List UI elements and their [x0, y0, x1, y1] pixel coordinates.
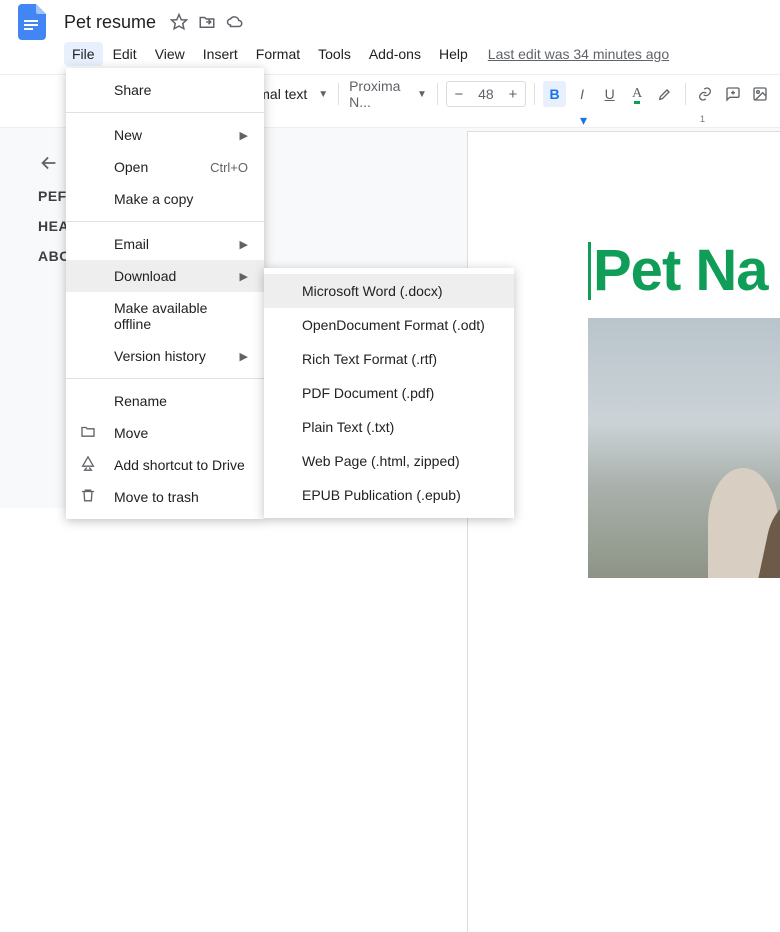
menu-addons[interactable]: Add-ons — [361, 42, 429, 66]
document-page[interactable]: Pet Na — [468, 132, 780, 932]
font-size-decrease[interactable]: − — [447, 86, 471, 103]
highlight-color-button[interactable] — [653, 81, 677, 107]
menu-item-add-shortcut[interactable]: Add shortcut to Drive — [66, 449, 264, 481]
outline-back-button[interactable] — [38, 152, 60, 177]
separator — [66, 378, 264, 379]
italic-button[interactable]: I — [570, 81, 594, 107]
download-html[interactable]: Web Page (.html, zipped) — [264, 444, 514, 478]
text-cursor — [588, 242, 591, 300]
menu-item-version-history[interactable]: Version history▶ — [66, 340, 264, 372]
shortcut-label: Ctrl+O — [210, 160, 248, 175]
menu-file[interactable]: File — [64, 42, 103, 66]
menu-help[interactable]: Help — [431, 42, 476, 66]
separator — [534, 83, 535, 105]
add-comment-button[interactable] — [721, 81, 745, 107]
ruler-tick: 1 — [700, 114, 705, 124]
submenu-arrow-icon: ▶ — [240, 238, 248, 251]
menu-view[interactable]: View — [147, 42, 193, 66]
menu-item-trash[interactable]: Move to trash — [66, 481, 264, 513]
font-size-value[interactable]: 48 — [471, 86, 501, 102]
menu-tools[interactable]: Tools — [310, 42, 359, 66]
separator — [685, 83, 686, 105]
separator — [66, 112, 264, 113]
page-title[interactable]: Pet Na — [588, 242, 780, 300]
font-size-stepper: − 48 + — [446, 81, 526, 107]
cloud-status-icon[interactable] — [226, 13, 244, 31]
docs-app-icon[interactable] — [12, 0, 52, 49]
submenu-arrow-icon: ▶ — [240, 350, 248, 363]
separator — [66, 221, 264, 222]
insert-image-button[interactable] — [749, 81, 773, 107]
submenu-arrow-icon: ▶ — [240, 270, 248, 283]
menu-insert[interactable]: Insert — [195, 42, 246, 66]
star-icon[interactable] — [170, 13, 188, 31]
menu-item-offline[interactable]: Make available offline — [66, 292, 264, 340]
menu-item-share[interactable]: Share — [66, 74, 264, 106]
document-title[interactable]: Pet resume — [58, 10, 162, 35]
menu-format[interactable]: Format — [248, 42, 308, 66]
font-name-label: Proxima N... — [349, 78, 417, 110]
menu-item-new[interactable]: New▶ — [66, 119, 264, 151]
menu-item-download[interactable]: Download▶ — [66, 260, 264, 292]
folder-move-icon — [80, 424, 96, 443]
download-txt[interactable]: Plain Text (.txt) — [264, 410, 514, 444]
menubar: File Edit View Insert Format Tools Add-o… — [0, 40, 780, 68]
underline-button[interactable]: U — [598, 81, 622, 107]
submenu-arrow-icon: ▶ — [240, 129, 248, 142]
chevron-down-icon: ▼ — [318, 89, 328, 100]
font-family-select[interactable]: Proxima N...▼ — [347, 74, 429, 114]
menu-item-make-copy[interactable]: Make a copy — [66, 183, 264, 215]
pet-photo-image[interactable] — [588, 318, 780, 578]
menu-item-open[interactable]: OpenCtrl+O — [66, 151, 264, 183]
download-pdf[interactable]: PDF Document (.pdf) — [264, 376, 514, 410]
trash-icon — [80, 488, 96, 507]
bold-button[interactable]: B — [543, 81, 567, 107]
separator — [437, 83, 438, 105]
file-menu-dropdown: Share New▶ OpenCtrl+O Make a copy Email▶… — [66, 68, 264, 519]
font-size-increase[interactable]: + — [501, 86, 525, 103]
download-epub[interactable]: EPUB Publication (.epub) — [264, 478, 514, 512]
download-rtf[interactable]: Rich Text Format (.rtf) — [264, 342, 514, 376]
chevron-down-icon: ▼ — [417, 89, 427, 100]
download-odt[interactable]: OpenDocument Format (.odt) — [264, 308, 514, 342]
last-edit-link[interactable]: Last edit was 34 minutes ago — [488, 46, 669, 62]
menu-item-move[interactable]: Move — [66, 417, 264, 449]
move-folder-icon[interactable] — [198, 13, 216, 31]
text-color-button[interactable]: A — [625, 81, 649, 107]
menu-item-rename[interactable]: Rename — [66, 385, 264, 417]
menu-edit[interactable]: Edit — [105, 42, 145, 66]
drive-shortcut-icon — [80, 456, 96, 475]
download-submenu: Microsoft Word (.docx) OpenDocument Form… — [264, 268, 514, 518]
insert-link-button[interactable] — [693, 81, 717, 107]
menu-item-email[interactable]: Email▶ — [66, 228, 264, 260]
separator — [338, 83, 339, 105]
indent-marker-icon[interactable]: ▾ — [580, 112, 587, 129]
download-docx[interactable]: Microsoft Word (.docx) — [264, 274, 514, 308]
